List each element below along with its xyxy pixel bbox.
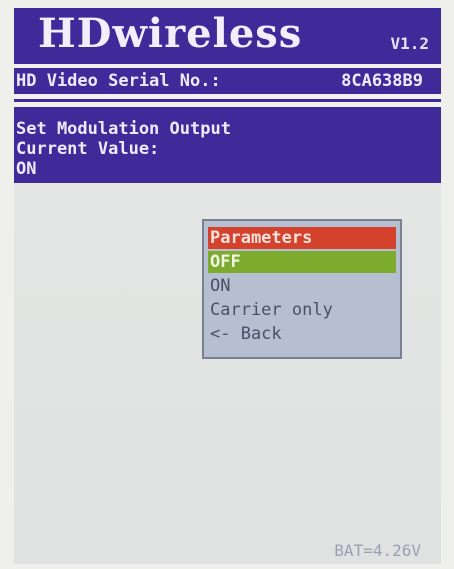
current-value: ON — [16, 159, 37, 179]
app-title: HDwireless — [38, 10, 303, 57]
lcd-screen: HDwireless V1.2 HD Video Serial No.: 8CA… — [14, 8, 441, 564]
menu-item-back[interactable]: <- Back — [208, 323, 396, 345]
menu-header: Parameters — [208, 227, 396, 249]
device-bezel: HDwireless V1.2 HD Video Serial No.: 8CA… — [0, 0, 454, 569]
serial-bar: HD Video Serial No.: 8CA638B9 — [14, 68, 441, 94]
serial-value: 8CA638B9 — [341, 71, 423, 91]
setting-title: Set Modulation Output — [16, 119, 231, 139]
serial-label: HD Video Serial No.: — [16, 71, 221, 91]
parameters-menu: Parameters OFF ON Carrier only <- Back — [202, 219, 402, 359]
menu-item-off[interactable]: OFF — [208, 251, 396, 273]
title-bar: HDwireless V1.2 — [14, 8, 441, 64]
current-value-label: Current Value: — [16, 139, 160, 159]
menu-item-on[interactable]: ON — [208, 275, 396, 297]
info-panel: Set Modulation Output Current Value: ON — [14, 107, 441, 183]
battery-status: BAT=4.26V — [334, 541, 421, 560]
app-version: V1.2 — [390, 34, 429, 53]
menu-item-carrier-only[interactable]: Carrier only — [208, 299, 396, 321]
